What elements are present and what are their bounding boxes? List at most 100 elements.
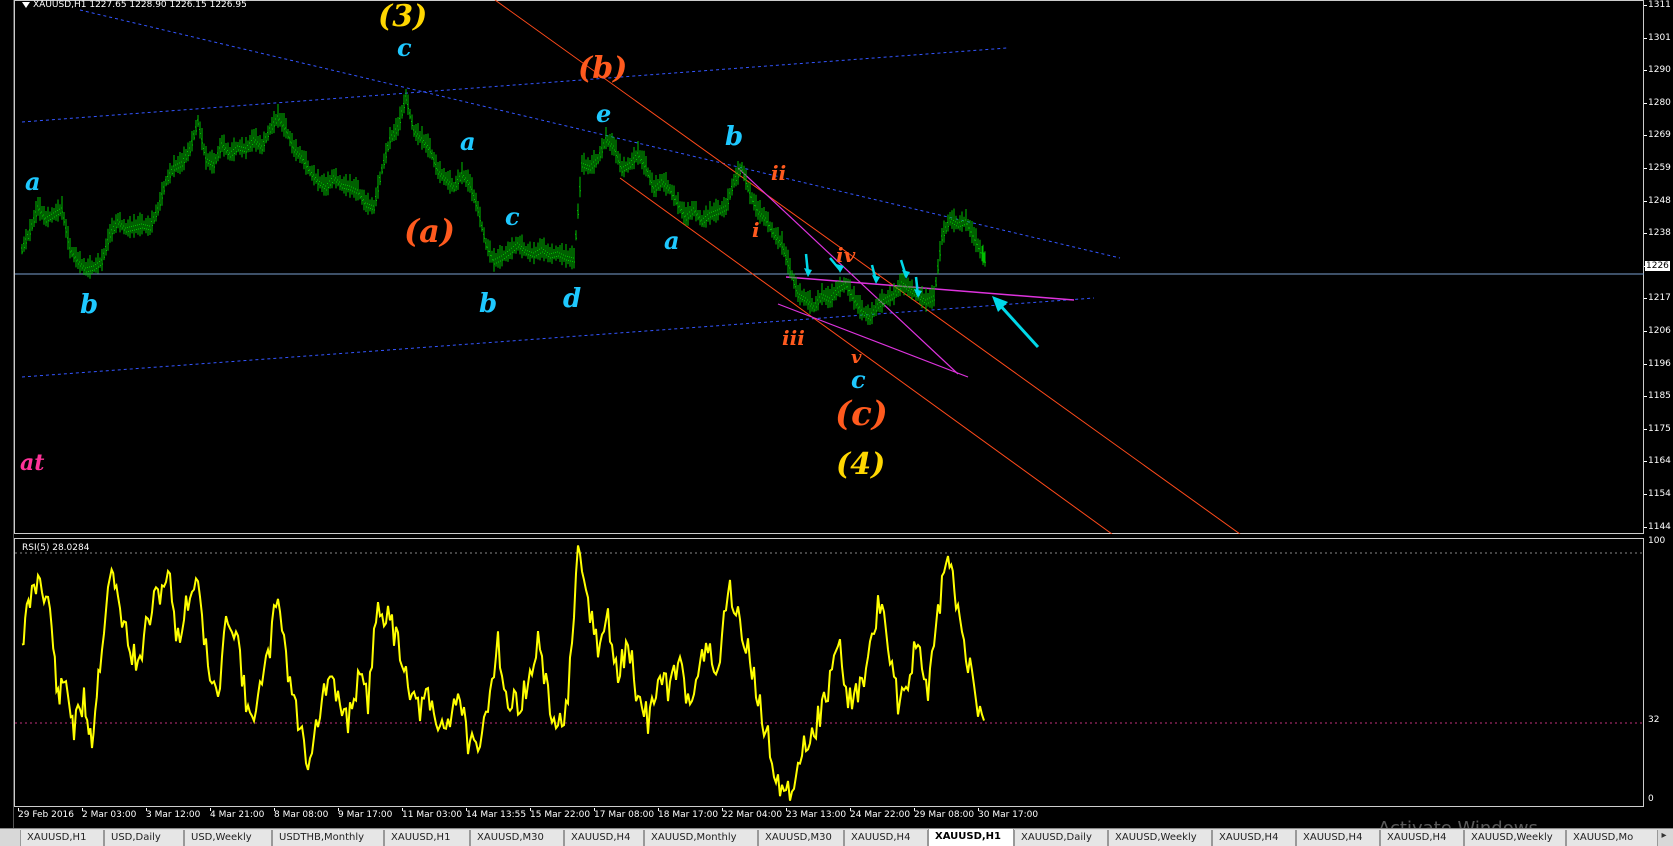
chevron-right-icon[interactable]: ▸	[1657, 830, 1671, 846]
chart-tab[interactable]: USDTHB,Monthly	[272, 830, 384, 846]
chart-window[interactable]: XAUUSD,H1 1227.65 1228.90 1226.15 1226.9…	[0, 0, 1673, 846]
wave-label-b-mid: b	[479, 289, 498, 319]
wave-label-4: (4)	[836, 447, 886, 482]
time-label: 11 Mar 03:00	[402, 810, 463, 820]
price-scale-tick	[1644, 494, 1647, 495]
chart-tab[interactable]: XAUUSD,Weekly	[1108, 830, 1212, 846]
price-scale-label: 1164	[1648, 456, 1671, 467]
time-label: 15 Mar 22:00	[530, 810, 591, 820]
chart-tab[interactable]: XAUUSD,M30	[758, 830, 844, 846]
chart-tab[interactable]: XAUUSD,H4	[1212, 830, 1296, 846]
chart-tab[interactable]: XAUUSD,H1	[928, 829, 1014, 846]
price-scale-label: 1259	[1648, 163, 1671, 173]
time-label: 18 Mar 17:00	[658, 810, 719, 820]
price-scale-tick	[1644, 168, 1647, 169]
time-label: 24 Mar 22:00	[850, 810, 911, 820]
price-scale-label: 1217	[1648, 293, 1671, 304]
chart-tab[interactable]: XAUUSD,Weekly	[1464, 830, 1566, 846]
chart-tab[interactable]: XAUUSD,H4	[564, 830, 644, 846]
rsi-line	[21, 545, 985, 801]
time-label: 3 Mar 12:00	[146, 810, 201, 820]
time-label: 29 Mar 08:00	[914, 810, 975, 820]
price-scale[interactable]: 1311 1301 1290 1280 1269 1259 1248 1238 1226 1217…	[1644, 0, 1673, 534]
symbol-info-text: XAUUSD,H1 1227.65 1228.90 1226.15 1226.9…	[33, 0, 247, 10]
chart-tab[interactable]: USD,Daily	[104, 830, 184, 846]
chart-tab[interactable]: XAUUSD,M30	[470, 830, 564, 846]
price-scale-tick	[1644, 70, 1647, 72]
price-scale-label: 1196	[1648, 358, 1671, 369]
wave-label-e: e	[596, 99, 612, 128]
rsi-scale[interactable]: 100 32 0	[1644, 536, 1673, 807]
wave-label-c-mid: c	[505, 202, 520, 231]
wave-label-b-paren: (b)	[578, 51, 628, 86]
price-scale-tick	[1644, 37, 1647, 39]
price-scale-label: 1175	[1648, 423, 1671, 434]
price-scale-tick	[1644, 200, 1647, 202]
chart-tab-bar: XAUUSD,H1 USD,Daily USD,Weekly USDTHB,Month…	[0, 828, 1673, 846]
price-scale-label: 1269	[1648, 130, 1671, 141]
wave-label-a-left: a	[25, 167, 41, 196]
rsi-chart-canvas	[15, 545, 1644, 801]
wave-label-a-paren: (a)	[404, 212, 456, 250]
price-scale-label: 1290	[1648, 65, 1671, 76]
price-scale-label: 1238	[1648, 228, 1671, 239]
price-scale-tick	[1644, 461, 1647, 463]
wave-label-at: at	[20, 450, 45, 476]
price-scale-label: 1248	[1648, 195, 1671, 206]
wave-label-c-low: c	[851, 365, 866, 394]
time-label: 17 Mar 08:00	[594, 810, 655, 820]
wave-label-d: d	[563, 284, 582, 314]
price-scale-tick	[1644, 233, 1647, 235]
chart-tab[interactable]: XAUUSD,Monthly	[644, 830, 758, 846]
price-scale-tick	[1644, 102, 1647, 104]
wave-label-b-left: b	[80, 290, 99, 320]
price-scale-tick	[1644, 363, 1647, 365]
time-label: 4 Mar 21:00	[210, 810, 265, 820]
time-axis[interactable]: 29 Feb 2016 2 Mar 03:00 3 Mar 12:00 4 Mar 2…	[14, 808, 1644, 828]
wave-label-c-paren: (c)	[835, 394, 888, 434]
rsi-info-header: RSI(5) 28.0284	[22, 543, 90, 553]
chart-tab[interactable]: XAUUSD,H1	[384, 830, 470, 846]
price-scale-tick	[1644, 135, 1647, 137]
price-scale-label: 1206	[1648, 326, 1671, 336]
time-label: 9 Mar 17:00	[338, 810, 393, 820]
price-scale-label: 1311	[1648, 0, 1671, 10]
wave-label-a-right: a	[664, 226, 680, 255]
wave-label-3: (3)	[378, 0, 428, 34]
price-scale-tick	[1644, 526, 1647, 528]
chart-tab[interactable]: USD,Weekly	[184, 830, 272, 846]
price-scale-label: 1154	[1648, 489, 1671, 499]
chart-tab[interactable]: XAUUSD,H4	[1380, 830, 1464, 846]
price-scale-label: 1144	[1648, 521, 1671, 532]
rsi-scale-bottom: 0	[1648, 794, 1654, 804]
price-scale-tick	[1644, 428, 1647, 430]
chart-tab[interactable]: XAUUSD,Daily	[1014, 830, 1108, 846]
price-scale-tick	[1644, 396, 1647, 398]
price-scale-label: 1280	[1648, 97, 1671, 108]
dropdown-triangle-icon[interactable]	[22, 1, 30, 8]
chart-tab[interactable]: XAUUSD,Mo	[1566, 830, 1658, 846]
time-label: 29 Feb 2016	[18, 810, 75, 820]
chart-tab[interactable]: XAUUSD,H4	[844, 830, 928, 846]
time-label: 30 Mar 17:00	[978, 810, 1039, 820]
time-label: 22 Mar 04:00	[722, 810, 783, 820]
price-scale-label: 1301	[1648, 32, 1671, 43]
symbol-info-header: XAUUSD,H1 1227.65 1228.90 1226.15 1226.9…	[22, 0, 247, 10]
price-scale-tick	[1644, 298, 1647, 300]
chart-tab[interactable]: XAUUSD,H4	[1296, 830, 1380, 846]
wave-label-c-top: c	[397, 33, 412, 62]
time-label: 14 Mar 13:55	[466, 810, 527, 820]
chart-tab[interactable]: XAUUSD,H1	[20, 830, 104, 846]
wave-label-iii: iii	[782, 326, 805, 350]
current-price-label: 1226	[1645, 260, 1670, 271]
rsi-scale-top: 100	[1648, 536, 1666, 546]
wave-label-ii: ii	[771, 161, 787, 185]
wave-label-iv: iv	[836, 243, 856, 267]
rsi-scale-level: 32	[1648, 715, 1660, 725]
price-scale-tick	[1644, 5, 1647, 6]
price-scale-label: 1185	[1648, 391, 1671, 402]
wave-label-b-right: b	[725, 122, 744, 152]
price-scale-tick	[1644, 331, 1647, 332]
time-label: 2 Mar 03:00	[82, 810, 137, 820]
wave-label-i: i	[752, 218, 760, 242]
